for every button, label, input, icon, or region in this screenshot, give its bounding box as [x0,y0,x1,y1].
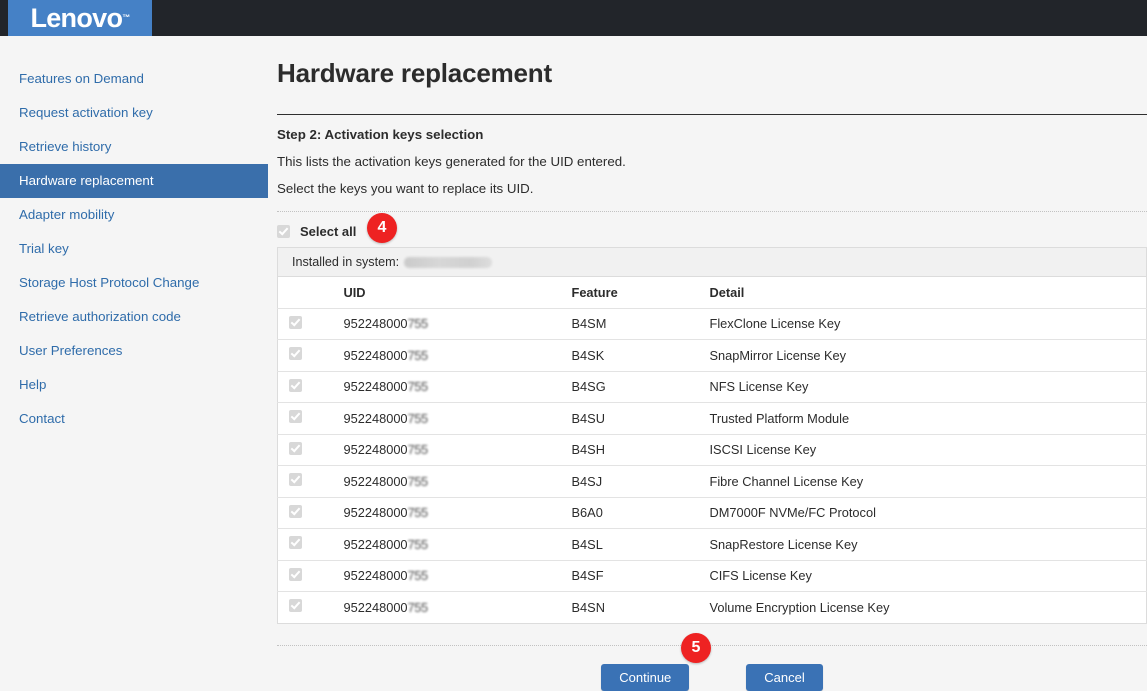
cell-uid: 952248000755 [343,442,429,458]
cell-uid: 952248000755 [343,599,429,615]
cell-feature: B6A0 [571,497,710,529]
main-content: Hardware replacement Step 2: Activation … [277,36,1147,691]
row-checkbox[interactable] [289,410,302,424]
row-checkbox[interactable] [289,473,302,487]
cell-feature: B4SL [571,528,710,561]
sidebar-item-trial-key[interactable]: Trial key [0,232,268,266]
cell-detail: SnapRestore License Key [709,528,1147,561]
row-checkbox[interactable] [289,599,302,613]
cell-feature: B4SG [571,371,710,403]
cell-feature: B4SK [571,339,710,372]
sidebar-item-retrieve-history[interactable]: Retrieve history [0,130,268,164]
table-row[interactable]: 952248000755 B4SM FlexClone License Key [277,308,1147,340]
table-row[interactable]: 952248000755 B4SG NFS License Key [277,371,1147,403]
cancel-button[interactable]: Cancel [746,663,823,691]
activation-keys-table: UID Feature Detail 952248000755 B4SM Fle… [277,276,1147,624]
cell-detail: DM7000F NVMe/FC Protocol [709,497,1147,529]
table-row[interactable]: 952248000755 B4SF CIFS License Key [277,560,1147,592]
cell-uid: 952248000755 [343,536,429,552]
table-row[interactable]: 952248000755 B4SJ Fibre Channel License … [277,465,1147,498]
select-all-label: Select all [300,223,357,239]
row-checkbox[interactable] [289,315,302,329]
cell-feature: B4SF [571,560,710,592]
installed-in-system-label: Installed in system: [292,255,400,269]
table-row[interactable]: 952248000755 B4SK SnapMirror License Key [277,339,1147,372]
step-description-line-2: Select the keys you want to replace its … [277,181,534,196]
cell-feature: B4SH [571,434,710,466]
cell-detail: ISCSI License Key [709,434,1147,466]
sidebar-item-hardware-replacement[interactable]: Hardware replacement [0,164,268,198]
column-header-feature: Feature [571,276,710,309]
row-checkbox[interactable] [289,378,302,392]
continue-button[interactable]: Continue [601,663,690,691]
top-header-bar: Lenovo™ [0,0,1147,36]
row-checkbox[interactable] [289,504,302,518]
cell-detail: Trusted Platform Module [709,402,1147,435]
cell-detail: FlexClone License Key [709,308,1147,340]
cell-uid: 952248000755 [343,379,429,395]
cell-detail: SnapMirror License Key [709,339,1147,372]
sidebar-item-features-on-demand[interactable]: Features on Demand [0,62,268,96]
cell-detail: Fibre Channel License Key [709,465,1147,498]
cell-feature: B4SM [571,308,710,340]
cell-feature: B4SN [571,599,605,615]
cell-detail: NFS License Key [709,371,1147,403]
cell-uid: 952248000755 [343,568,429,584]
cell-uid: 952248000755 [343,473,429,489]
table-header-row: UID Feature Detail [277,276,1147,309]
table-row[interactable]: 952248000755 B4SH ISCSI License Key [277,434,1147,466]
table-row[interactable]: 952248000755 B4SL SnapRestore License Ke… [277,528,1147,561]
step-title: Step 2: Activation keys selection [277,127,484,142]
sidebar-item-request-activation-key[interactable]: Request activation key [0,96,268,130]
step-badge-4: 4 [367,213,397,243]
lenovo-logo-text: Lenovo™ [30,2,130,33]
step-badge-5: 5 [681,632,711,663]
cell-uid: 952248000755 [343,316,429,332]
select-all-checkbox[interactable] [277,224,290,238]
table-head: UID Feature Detail [277,276,1147,309]
step-description-line-1: This lists the activation keys generated… [277,154,626,169]
trademark-icon: ™ [122,12,130,22]
row-checkbox[interactable] [289,347,302,361]
installed-in-system-value-redacted [404,256,493,268]
sidebar-item-retrieve-authorization-code[interactable]: Retrieve authorization code [0,300,268,334]
cell-detail: Volume Encryption License Key [709,599,890,615]
cell-uid: 952248000755 [343,410,429,426]
select-all-row: Select all 4 [277,212,1147,243]
row-checkbox[interactable] [289,536,302,550]
column-header-detail: Detail [709,276,1147,309]
installed-in-system-bar: Installed in system: [277,247,1147,276]
column-header-checkbox [277,276,344,309]
sidebar-item-user-preferences[interactable]: User Preferences [0,334,268,368]
column-header-uid: UID [343,276,572,309]
cell-feature: B4SU [571,402,710,435]
table-row[interactable]: 952248000755 B4SU Trusted Platform Modul… [277,402,1147,435]
cell-detail: CIFS License Key [709,560,1147,592]
table-body: 952248000755 B4SM FlexClone License Key … [277,308,1147,624]
table-row[interactable]: 952248000755 B6A0 DM7000F NVMe/FC Protoc… [277,497,1147,529]
row-checkbox[interactable] [289,441,302,455]
row-checkbox[interactable] [289,567,302,581]
table-row[interactable]: 952248000755 B4SN Volume Encryption Lice… [278,592,1147,624]
page-title: Hardware replacement [277,58,552,88]
cell-feature: B4SJ [571,465,710,498]
page-body: Features on Demand Request activation ke… [0,36,1147,691]
sidebar-item-adapter-mobility[interactable]: Adapter mobility [0,198,268,232]
cell-uid: 952248000755 [343,347,429,363]
sidebar-nav: Features on Demand Request activation ke… [0,36,268,436]
sidebar-item-contact[interactable]: Contact [0,402,268,436]
sidebar-item-help[interactable]: Help [0,368,268,402]
footer-actions: 5 Continue Cancel [277,632,1147,691]
cell-uid: 952248000755 [343,505,429,521]
lenovo-logo[interactable]: Lenovo™ [8,0,152,36]
sidebar-item-storage-host-protocol-change[interactable]: Storage Host Protocol Change [0,266,268,300]
